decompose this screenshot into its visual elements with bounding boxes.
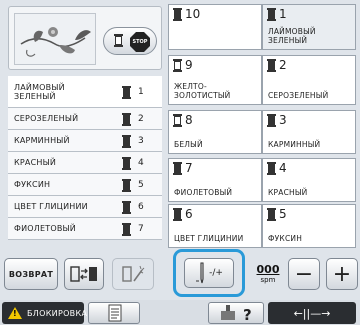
needle-icon [196,262,204,284]
list-item[interactable]: КРАСНЫЙ 4 [8,152,162,174]
list-item[interactable]: ЦВЕТ ГЛИЦИНИИ 6 [8,196,162,218]
list-item-number: 7 [138,223,144,234]
design-preview-panel: STOP [8,6,162,70]
thread-cell-9[interactable]: 9 ЖЕЛТО- ЗОЛОТИСТЫЙ [168,55,262,105]
list-item-name: ЛАЙМОВЫЙ ЗЕЛЕНЫЙ [14,82,65,101]
thread-name: ФУКСИН [268,234,303,243]
list-item-name: КАРМИННЫЙ [14,136,70,145]
spool-icon [267,162,276,175]
thread-number: 6 [185,207,193,221]
color-sequence-list: ЛАЙМОВЫЙ ЗЕЛЕНЫЙ 1 СЕРОЗЕЛЕНЫЙ 2 КАРМИНН… [8,76,162,240]
thread-name: КАРМИННЫЙ [268,140,321,149]
thread-number: 2 [279,58,287,72]
list-item-name: ФИОЛЕТОВЫЙ [14,224,76,233]
list-item[interactable]: ФУКСИН 5 [8,174,162,196]
speed-indicator: 000 spm [254,263,282,285]
spool-icon [122,178,131,192]
thread-cell-7[interactable]: 7 ФИОЛЕТОВЫЙ [168,158,262,202]
spool-icon [122,200,131,214]
needle-adjust-highlight: -/+ [173,249,245,297]
speed-plus-button[interactable]: + [326,258,358,290]
thread-name: СЕРОЗЕЛЕНЫЙ [268,91,329,100]
list-item-name: ФУКСИН [14,180,51,189]
thread-number: 7 [185,161,193,175]
thread-name: ЛАЙМОВЫЙ ЗЕЛЕНЫЙ [268,27,316,45]
help-icon: ? [221,305,252,324]
footer-bar: ! БЛОКИРОВКА ? ←||—→ [0,300,360,325]
thread-cell-6[interactable]: 6 ЦВЕТ ГЛИЦИНИИ [168,204,262,248]
help-button[interactable]: ? [208,302,264,324]
lock-label: БЛОКИРОВКА [27,308,88,318]
spool-icon [267,208,276,221]
thread-cell-4[interactable]: 4 КРАСНЫЙ [262,158,356,202]
list-item[interactable]: КАРМИННЫЙ 3 [8,130,162,152]
list-item[interactable]: ЛАЙМОВЫЙ ЗЕЛЕНЫЙ 1 [8,76,162,108]
thread-number: 3 [279,113,287,127]
speed-value: 000 [256,263,280,276]
list-item-number: 5 [138,179,144,190]
list-item[interactable]: СЕРОЗЕЛЕНЫЙ 2 [8,108,162,130]
stop-button[interactable]: STOP [103,27,157,55]
thread-number: 5 [279,207,287,221]
thread-sort-button[interactable] [112,258,154,290]
thread-name: КРАСНЫЙ [268,188,308,197]
spool-wand-icon [122,265,145,282]
thread-swap-button[interactable] [64,258,104,290]
needle-adjust-label: -/+ [209,268,223,278]
spool-icon [173,162,182,175]
swap-spools-icon [70,266,97,282]
stop-sign-icon: STOP [130,32,150,52]
speed-minus-button[interactable]: − [288,258,320,290]
warning-icon: ! [8,307,22,319]
list-item-number: 2 [138,113,144,124]
document-icon [108,304,122,322]
list-item-name: СЕРОЗЕЛЕНЫЙ [14,114,79,123]
thread-number: 4 [279,161,287,175]
thread-cell-1[interactable]: 1 ЛАЙМОВЫЙ ЗЕЛЕНЫЙ [262,4,356,50]
navigation-button[interactable]: ←||—→ [268,302,356,324]
spool-icon [122,222,131,236]
thread-number: 9 [185,58,193,72]
spool-icon [267,114,276,127]
thread-number: 10 [185,7,201,21]
thread-number: 8 [185,113,193,127]
list-item-number: 4 [138,157,144,168]
thread-name: ФИОЛЕТОВЫЙ [174,188,233,197]
list-item[interactable]: ФИОЛЕТОВЫЙ 7 [8,218,162,240]
thread-name: ЖЕЛТО- ЗОЛОТИСТЫЙ [174,82,231,100]
help-label: ? [243,306,252,323]
spool-icon [267,8,276,21]
lock-button[interactable]: ! БЛОКИРОВКА [2,302,88,324]
list-item-number: 6 [138,201,144,212]
thread-number: 1 [279,7,287,21]
spool-icon [173,59,182,72]
spool-icon [173,8,182,21]
speed-unit: spm [260,276,276,284]
thread-name: БЕЛЫЙ [174,140,203,149]
embroidery-screen: STOP ЛАЙМОВЫЙ ЗЕЛЕНЫЙ 1 СЕРОЗЕЛЕНЫЙ 2 КА… [0,0,360,325]
list-item-number: 1 [138,86,144,97]
spool-icon [173,114,182,127]
spool-icon [122,85,131,99]
thread-cell-8[interactable]: 8 БЕЛЫЙ [168,110,262,154]
thread-name: ЦВЕТ ГЛИЦИНИИ [174,234,244,243]
design-thumbnail [14,13,96,65]
thread-cell-2[interactable]: 2 СЕРОЗЕЛЕНЫЙ [262,55,356,105]
needle-adjust-button[interactable]: -/+ [184,258,234,288]
thread-cell-3[interactable]: 3 КАРМИННЫЙ [262,110,356,154]
spool-icon [114,34,123,47]
spool-icon [122,134,131,148]
list-item-name: КРАСНЫЙ [14,158,57,167]
list-item-number: 3 [138,135,144,146]
thread-cell-5[interactable]: 5 ФУКСИН [262,204,356,248]
document-button[interactable] [88,302,140,324]
spool-icon [122,112,131,126]
spool-icon [267,59,276,72]
spool-icon [122,156,131,170]
back-button[interactable]: ВОЗВРАТ [4,258,58,290]
spool-icon [173,208,182,221]
thread-cell-10[interactable]: 10 [168,4,262,50]
list-item-name: ЦВЕТ ГЛИЦИНИИ [14,202,88,211]
